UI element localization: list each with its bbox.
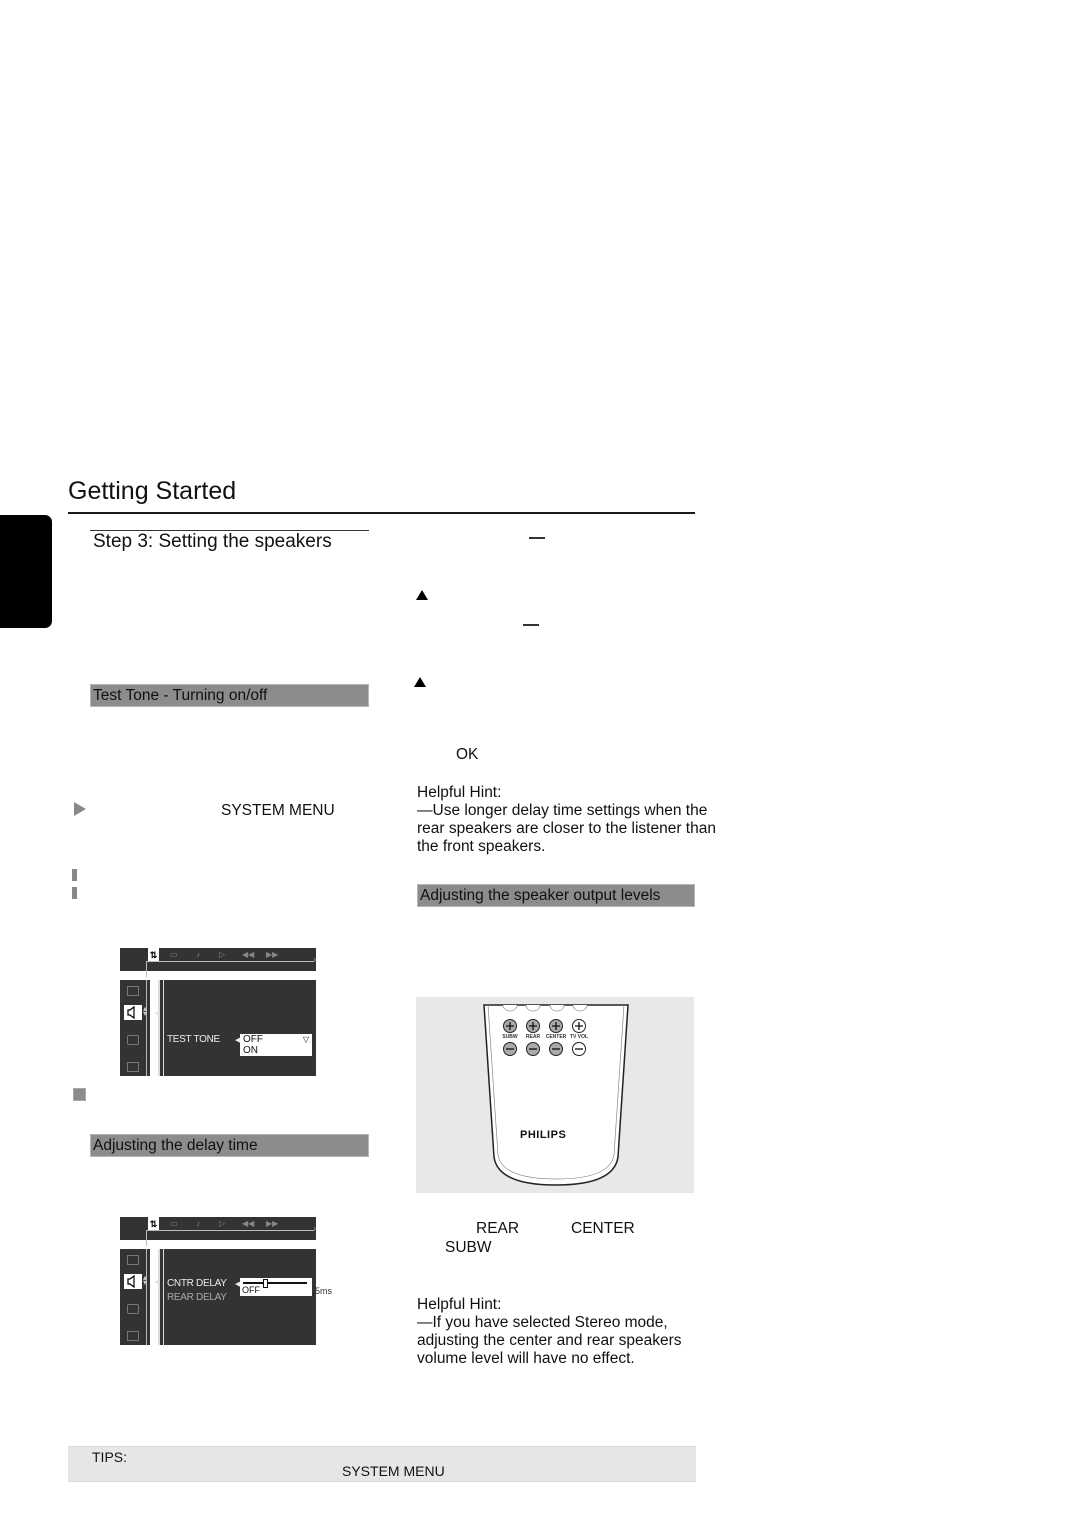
up-arrow-icon: [416, 590, 428, 600]
hint-line: the front speakers.: [417, 838, 546, 855]
helpful-hint-stereo: Helpful Hint: —If you have selected Ster…: [417, 1296, 682, 1368]
rear-key: REAR: [476, 1220, 520, 1237]
osd-top-bar: ⇅ ▭ ♪ ▷ ◀◀ ▶▶ ›: [120, 948, 316, 977]
subtitle-icon: [127, 1035, 139, 1045]
hint-title: Helpful Hint:: [417, 1296, 502, 1313]
dropdown-icon: ▽: [302, 1035, 309, 1044]
rear-button-label: REAR: [525, 1034, 541, 1040]
display-icon: ▭: [170, 1219, 178, 1228]
ok-key: OK: [456, 746, 479, 763]
hint-line: —Use longer delay time settings when the: [417, 802, 708, 819]
lock-icon: [127, 1062, 139, 1072]
pause-icon: [72, 868, 86, 899]
play-icon: ▷: [219, 1219, 226, 1228]
osd-top-bar: ⇅ ▭ ♪ ▷ ◀◀ ▶▶ ›: [120, 1217, 316, 1246]
dash-mark: [523, 624, 539, 626]
speaker-icon: [124, 1274, 142, 1289]
rewind-icon: ◀◀: [242, 1219, 255, 1228]
subw-key: SUBW: [445, 1239, 492, 1256]
osd-delay-screen: ⇅ ▭ ♪ ▷ ◀◀ ▶▶ › ▴▾ ◁ CNTR DELAY REAR DEL…: [120, 1217, 332, 1345]
delay-slider-track[interactable]: [243, 1282, 307, 1284]
center-key: CENTER: [571, 1220, 635, 1237]
step-title: Step 3: Setting the speakers: [93, 531, 332, 552]
play-icon: [74, 802, 86, 816]
page-title: Getting Started: [68, 477, 237, 505]
forward-icon: ▶▶: [266, 1219, 279, 1228]
setup-icon: ⇅: [148, 1217, 159, 1231]
stop-icon: [73, 1088, 86, 1101]
helpful-hint-delay: Helpful Hint: —Use longer delay time set…: [417, 784, 716, 856]
remote-illustration: SUBW REAR CENTER TV VOL PHILIPS: [416, 997, 694, 1193]
rear-delay-label: REAR DELAY: [167, 1292, 227, 1303]
delay-slider-box[interactable]: OFF: [240, 1278, 312, 1296]
test-tone-label: TEST TONE: [167, 1034, 220, 1045]
hint-line: —If you have selected Stereo mode,: [417, 1314, 668, 1331]
title-divider: [68, 512, 695, 514]
center-button-label: CENTER: [545, 1034, 567, 1040]
language-tab: [0, 515, 52, 628]
picture-icon: [127, 1255, 139, 1265]
tips-label: TIPS:: [92, 1449, 128, 1465]
test-tone-options[interactable]: OFF ON ▽: [240, 1034, 312, 1056]
subw-button-label: SUBW: [502, 1034, 518, 1040]
hint-line: rear speakers are closer to the listener…: [417, 820, 716, 837]
osd-test-tone-screen: ⇅ ▭ ♪ ▷ ◀◀ ▶▶ › ▴▾ ◁ TEST TONE ◀ OFF ON …: [120, 948, 318, 1076]
forward-icon: ▶▶: [266, 950, 279, 959]
hint-line: volume level will have no effect.: [417, 1350, 635, 1367]
hint-title: Helpful Hint:: [417, 784, 502, 801]
subtitle-icon: [127, 1304, 139, 1314]
setup-icon: ⇅: [148, 948, 159, 962]
remote-control: [483, 1004, 629, 1186]
play-icon: ▷: [219, 950, 226, 959]
chevron-right-icon: ›: [313, 955, 316, 964]
rewind-icon: ◀◀: [242, 950, 255, 959]
tv-vol-button-label: TV VOL: [569, 1034, 589, 1040]
audio-icon: ♪: [196, 1219, 200, 1228]
speaker-levels-heading: Adjusting the speaker output levels: [417, 884, 695, 907]
display-icon: ▭: [170, 950, 178, 959]
system-menu-key: SYSTEM MENU: [221, 802, 335, 819]
delay-value-label: OFF: [242, 1285, 260, 1295]
delay-slider-thumb[interactable]: [263, 1279, 269, 1288]
chevron-right-icon: ›: [313, 1224, 316, 1233]
up-down-icon: ▴ ▾: [143, 1273, 148, 1287]
option-off[interactable]: OFF: [243, 1034, 312, 1045]
speaker-icon: [124, 1005, 142, 1020]
delay-max-label: 5ms: [315, 1286, 333, 1296]
picture-icon: [127, 986, 139, 996]
tips-system-menu-key: SYSTEM MENU: [342, 1463, 445, 1479]
up-arrow-icon: [414, 677, 426, 687]
osd-menu-panel: TEST TONE ◀ OFF ON ▽: [158, 980, 316, 1076]
lock-icon: [127, 1331, 139, 1341]
audio-icon: ♪: [196, 950, 200, 959]
hint-line: adjusting the center and rear speakers: [417, 1332, 682, 1349]
philips-logo: PHILIPS: [520, 1129, 567, 1141]
osd-menu-panel: CNTR DELAY REAR DELAY ◀ OFF 5ms: [158, 1249, 332, 1345]
delay-time-heading: Adjusting the delay time: [90, 1134, 369, 1157]
test-tone-heading: Test Tone - Turning on/off: [90, 684, 369, 707]
cntr-delay-label: CNTR DELAY: [167, 1278, 227, 1289]
dash-mark: [529, 537, 545, 539]
option-on[interactable]: ON: [243, 1045, 312, 1056]
up-down-icon: ▴ ▾: [143, 1004, 148, 1018]
